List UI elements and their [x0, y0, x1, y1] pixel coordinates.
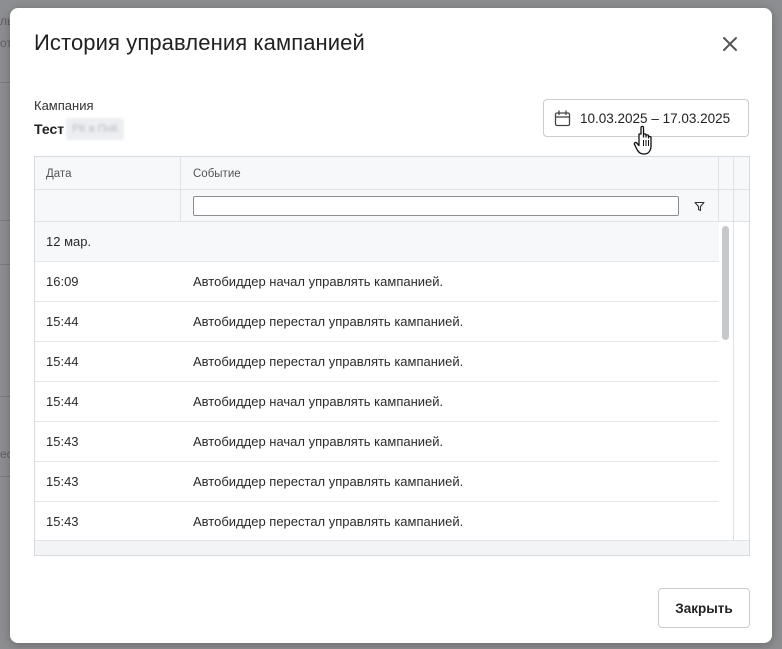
group-row[interactable]: 12 мар.	[35, 222, 719, 262]
row-event: Автобиддер перестал управлять кампанией.	[193, 514, 464, 529]
row-event: Автобиддер начал управлять кампанией.	[193, 434, 444, 449]
campaign-label: Кампания	[34, 98, 94, 113]
row-time: 15:44	[46, 394, 79, 409]
table-row[interactable]: 16:09 Автобиддер начал управлять кампани…	[35, 262, 719, 302]
campaign-name: Тест РК в ПнК	[34, 118, 125, 140]
dialog-close-button[interactable]	[716, 30, 744, 58]
table-row[interactable]: 15:44 Автобиддер перестал управлять камп…	[35, 342, 719, 382]
filter-row	[35, 190, 749, 222]
date-range-value: 10.03.2025 – 17.03.2025	[580, 110, 731, 126]
grid-right-border	[733, 157, 734, 540]
dialog-title: История управления кампанией	[34, 30, 365, 55]
row-event: Автобиддер перестал управлять кампанией.	[193, 354, 464, 369]
event-filter-input[interactable]	[193, 196, 679, 216]
row-time: 16:09	[46, 274, 79, 289]
row-event: Автобиддер перестал управлять кампанией.	[193, 314, 464, 329]
close-icon	[723, 37, 737, 51]
filter-icon	[693, 201, 705, 211]
group-date: 12 мар.	[46, 234, 92, 249]
column-divider	[718, 190, 719, 222]
row-event: Автобиддер начал управлять кампанией.	[193, 274, 444, 289]
campaign-name-redacted: РК в ПнК	[66, 118, 125, 140]
campaign-name-text: Тест	[34, 121, 65, 137]
column-header-event[interactable]: Событие	[193, 157, 241, 190]
campaign-history-dialog: История управления кампанией Кампания Те…	[10, 8, 772, 643]
close-button[interactable]: Закрыть	[658, 588, 750, 628]
row-time: 15:44	[46, 314, 79, 329]
row-time: 15:43	[46, 514, 79, 529]
scrollbar-thumb[interactable]	[722, 226, 729, 340]
column-header-date[interactable]: Дата	[46, 157, 71, 190]
table-row[interactable]: 15:44 Автобиддер начал управлять кампани…	[35, 382, 719, 422]
filter-button[interactable]	[690, 197, 708, 215]
column-divider	[180, 190, 181, 222]
column-divider[interactable]	[180, 157, 181, 190]
table-row[interactable]: 15:43 Автобиддер перестал управлять камп…	[35, 502, 719, 542]
date-range-picker[interactable]: 10.03.2025 – 17.03.2025	[543, 99, 749, 137]
grid-header: Дата Событие	[35, 157, 749, 190]
vertical-scrollbar[interactable]	[719, 222, 733, 540]
grid-rows: 12 мар. 16:09 Автобиддер начал управлять…	[35, 222, 719, 542]
row-time: 15:43	[46, 434, 79, 449]
horizontal-scrollbar[interactable]	[35, 540, 749, 555]
row-event: Автобиддер начал управлять кампанией.	[193, 394, 444, 409]
row-event: Автобиддер перестал управлять кампанией.	[193, 474, 464, 489]
table-row[interactable]: 15:44 Автобиддер перестал управлять камп…	[35, 302, 719, 342]
table-row[interactable]: 15:43 Автобиддер перестал управлять камп…	[35, 462, 719, 502]
row-time: 15:43	[46, 474, 79, 489]
history-grid: Дата Событие 12 мар. 16:09 Автобиддер на…	[34, 156, 750, 556]
table-row[interactable]: 15:43 Автобиддер начал управлять кампани…	[35, 422, 719, 462]
column-divider[interactable]	[718, 157, 719, 190]
row-time: 15:44	[46, 354, 79, 369]
calendar-icon	[554, 109, 571, 126]
